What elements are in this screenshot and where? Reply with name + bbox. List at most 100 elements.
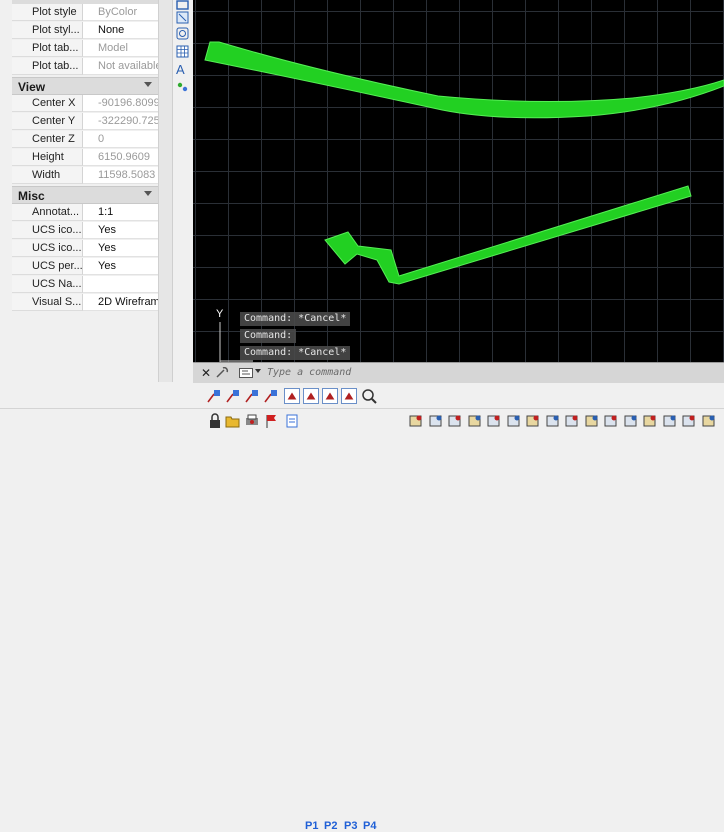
view-fly-icon-3[interactable]: [244, 388, 260, 404]
render-icon-10[interactable]: [584, 413, 600, 429]
render-icon-1[interactable]: [408, 413, 424, 429]
property-row-annotation-scale[interactable]: Annotat... 1:1: [12, 204, 169, 222]
property-row-plot-style[interactable]: Plot style ByColor: [12, 4, 169, 22]
add-selected-icon[interactable]: [176, 80, 189, 93]
property-row-center-z[interactable]: Center Z 0: [12, 131, 169, 149]
property-name: UCS Na...: [12, 276, 83, 293]
property-row-ucs-icon-origin[interactable]: UCS ico... Yes: [12, 240, 169, 258]
render-icon-2[interactable]: [428, 413, 444, 429]
view-fly-icon-4[interactable]: [263, 388, 279, 404]
drawing-canvas[interactable]: Y Command: *Cancel* Command: Command: *C…: [193, 0, 724, 362]
property-name: Center Z: [12, 131, 83, 148]
render-icon-13[interactable]: [642, 413, 658, 429]
region-icon[interactable]: [176, 27, 189, 40]
command-input[interactable]: Type a command: [267, 367, 351, 378]
property-row-height[interactable]: Height 6150.9609: [12, 149, 169, 167]
render-icon-3[interactable]: [447, 413, 463, 429]
property-name: Height: [12, 149, 83, 166]
page-icon[interactable]: [284, 413, 300, 429]
property-row-plot-table-1[interactable]: Plot tab... Model: [12, 40, 169, 58]
chevron-down-icon[interactable]: [255, 369, 261, 373]
section-title: View: [18, 80, 46, 94]
property-row-center-x[interactable]: Center X -90196.8099: [12, 95, 169, 113]
wrench-icon[interactable]: [215, 367, 229, 379]
view-gallery-icon-1[interactable]: [284, 388, 300, 404]
render-icon-4[interactable]: [467, 413, 483, 429]
property-value: Yes: [83, 258, 169, 275]
property-row-ucs-name[interactable]: UCS Na...: [12, 276, 169, 294]
collapse-arrow-icon[interactable]: [144, 191, 152, 196]
render-icon-12[interactable]: [623, 413, 639, 429]
section-header-misc[interactable]: Misc: [12, 186, 158, 204]
property-row-plot-table-2[interactable]: Plot tab... Not available: [12, 58, 169, 76]
draw-tool-strip: A: [172, 0, 191, 382]
property-name: UCS ico...: [12, 222, 83, 239]
property-value: None: [83, 22, 169, 39]
property-name: Width: [12, 167, 83, 184]
ucs-y-label: Y: [216, 308, 224, 320]
command-line-bar: ✕ Type a command: [193, 362, 724, 383]
render-icon-16[interactable]: [701, 413, 717, 429]
render-icon-15[interactable]: [681, 413, 697, 429]
render-icon-6[interactable]: [506, 413, 522, 429]
view-gallery-icon-4[interactable]: [341, 388, 357, 404]
close-icon[interactable]: ✕: [201, 366, 211, 380]
property-row-plot-style-table[interactable]: Plot styl... None: [12, 22, 169, 40]
property-row-center-y[interactable]: Center Y -322290.7252: [12, 113, 169, 131]
paper-p2-button[interactable]: P2: [324, 820, 337, 832]
render-icon-11[interactable]: [603, 413, 619, 429]
render-icon-9[interactable]: [564, 413, 580, 429]
command-history-line: Command:: [240, 329, 297, 343]
property-name: Center Y: [12, 113, 83, 130]
property-value: 2D Wireframe: [83, 294, 169, 311]
view-gallery-icon-3[interactable]: [322, 388, 338, 404]
property-value: [83, 276, 169, 293]
properties-scrollbar[interactable]: [158, 0, 172, 382]
property-value: Yes: [83, 240, 169, 257]
property-value: -322290.7252: [83, 113, 169, 130]
view-fly-icon-1[interactable]: [206, 388, 222, 404]
table-icon[interactable]: [176, 45, 189, 58]
property-value: -90196.8099: [83, 95, 169, 112]
gradient-icon[interactable]: [176, 11, 189, 24]
property-value: 1:1: [83, 204, 169, 221]
property-row-ucs-per-viewport[interactable]: UCS per... Yes: [12, 258, 169, 276]
command-history-line: Command: *Cancel*: [240, 346, 351, 360]
render-icon-7[interactable]: [525, 413, 541, 429]
property-name: Plot tab...: [12, 40, 83, 57]
property-name: Plot tab...: [12, 58, 83, 75]
property-value: Not available: [83, 58, 169, 75]
open-icon[interactable]: [225, 413, 241, 429]
property-name: Visual S...: [12, 294, 83, 311]
property-value: 0: [83, 131, 169, 148]
multiline-text-icon[interactable]: A: [176, 63, 189, 76]
flag-icon[interactable]: [264, 413, 280, 429]
green-curved-band-shape: [204, 41, 724, 119]
render-icon-8[interactable]: [545, 413, 561, 429]
view-gallery-icon-2[interactable]: [303, 388, 319, 404]
collapse-arrow-icon[interactable]: [144, 82, 152, 87]
property-name: UCS ico...: [12, 240, 83, 257]
property-name: Plot styl...: [12, 22, 83, 39]
section-header-view[interactable]: View: [12, 77, 158, 95]
command-history-line: Command: *Cancel*: [240, 312, 351, 326]
property-name: Center X: [12, 95, 83, 112]
property-row-width[interactable]: Width 11598.5083: [12, 167, 169, 185]
property-value: Model: [83, 40, 169, 57]
paper-p4-button[interactable]: P4: [363, 820, 376, 832]
property-value: 6150.9609: [83, 149, 169, 166]
property-value: Yes: [83, 222, 169, 239]
lock-icon[interactable]: [207, 413, 223, 429]
green-angled-band-shape: [324, 185, 692, 285]
property-row-ucs-icon-on[interactable]: UCS ico... Yes: [12, 222, 169, 240]
render-icon-14[interactable]: [662, 413, 678, 429]
property-row-visual-style[interactable]: Visual S... 2D Wireframe: [12, 294, 169, 312]
paper-p3-button[interactable]: P3: [344, 820, 357, 832]
paper-p1-button[interactable]: P1: [305, 820, 318, 832]
render-icon-5[interactable]: [486, 413, 502, 429]
print-icon[interactable]: [244, 413, 260, 429]
view-fly-icon-2[interactable]: [225, 388, 241, 404]
command-line-icon[interactable]: [239, 368, 253, 378]
zoom-icon[interactable]: [361, 388, 377, 404]
property-value: ByColor: [83, 4, 169, 21]
